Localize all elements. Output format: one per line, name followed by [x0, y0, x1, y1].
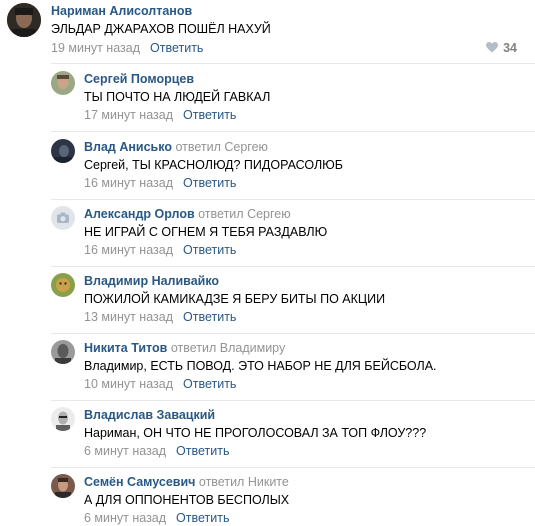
comment-author[interactable]: Сергей Поморцев: [84, 72, 194, 86]
comment-author[interactable]: Владимир Наливайко: [84, 274, 219, 288]
comment-author[interactable]: Влад Анисько: [84, 140, 172, 154]
reply-button[interactable]: Ответить: [176, 511, 229, 525]
divider: [51, 266, 535, 267]
comment-text: Владимир, ЕСТЬ ПОВОД. ЭТО НАБОР НЕ ДЛЯ Б…: [84, 359, 437, 373]
replied-to-link[interactable]: Никите: [248, 475, 289, 489]
comment-text: ТЫ ПОЧТО НА ЛЮДЕЙ ГАВКАЛ: [84, 90, 271, 104]
comment-time[interactable]: 13 минут назад: [84, 310, 173, 324]
face-photo-icon: [51, 71, 75, 95]
divider: [51, 199, 535, 200]
reply-button[interactable]: Ответить: [183, 176, 236, 190]
reply-comment: Влад Анисько ответил Сергею Сергей, ТЫ К…: [0, 135, 535, 201]
reply-button[interactable]: Ответить: [150, 41, 203, 55]
face-photo-icon: [51, 273, 75, 297]
reply-comment: Никита Титов ответил Владимиру Владимир,…: [0, 336, 535, 402]
comment-time[interactable]: 6 минут назад: [84, 511, 166, 525]
avatar[interactable]: [51, 474, 75, 498]
reply-button[interactable]: Ответить: [176, 444, 229, 458]
reply-comment: Семён Самусевич ответил Никите А ДЛЯ ОПП…: [0, 470, 535, 525]
replied-label: ответил: [198, 207, 244, 221]
comment-text: ЭЛЬДАР ДЖАРАХОВ ПОШЁЛ НАХУЙ: [51, 22, 271, 36]
comment-top: Нариман Алисолтанов ЭЛЬДАР ДЖАРАХОВ ПОШЁ…: [0, 0, 535, 64]
camera-placeholder-icon: [51, 206, 75, 230]
divider: [51, 131, 535, 132]
comment-text: А ДЛЯ ОППОНЕНТОВ БЕСПОЛЫХ: [84, 493, 290, 507]
reply-comment: Сергей Поморцев ТЫ ПОЧТО НА ЛЮДЕЙ ГАВКАЛ…: [0, 67, 535, 133]
replied-to-link[interactable]: Сергею: [247, 207, 291, 221]
replied-label: ответил: [170, 341, 217, 355]
reply-button[interactable]: Ответить: [183, 243, 236, 257]
like-button[interactable]: 34: [486, 40, 517, 57]
face-photo-icon: [51, 407, 75, 431]
reply-button[interactable]: Ответить: [183, 310, 236, 324]
face-photo-icon: [51, 474, 75, 498]
reply-button[interactable]: Ответить: [183, 377, 236, 391]
like-count: 34: [503, 41, 517, 55]
avatar[interactable]: [51, 139, 75, 163]
face-photo-icon: [51, 340, 75, 364]
comment-time[interactable]: 10 минут назад: [84, 377, 173, 391]
comment-author[interactable]: Никита Титов: [84, 341, 167, 355]
comment-time[interactable]: 19 минут назад: [51, 41, 140, 55]
comment-time[interactable]: 17 минут назад: [84, 108, 173, 122]
replied-label: ответил: [198, 475, 245, 489]
divider: [51, 400, 535, 401]
replied-to-link[interactable]: Владимиру: [220, 341, 286, 355]
avatar[interactable]: [51, 206, 75, 230]
reply-button[interactable]: Ответить: [183, 108, 236, 122]
avatar[interactable]: [51, 273, 75, 297]
comment-time[interactable]: 16 минут назад: [84, 176, 173, 190]
divider: [51, 467, 535, 468]
comment-text: ПОЖИЛОЙ КАМИКАДЗЕ Я БЕРУ БИТЫ ПО АКЦИИ: [84, 292, 386, 306]
replied-to-link[interactable]: Сергею: [224, 140, 268, 154]
reply-comment: Владислав Завацкий Нариман, ОН ЧТО НЕ ПР…: [0, 403, 535, 469]
avatar[interactable]: [51, 407, 75, 431]
avatar[interactable]: [51, 340, 75, 364]
heart-icon: [486, 41, 499, 57]
comment-author[interactable]: Александр Орлов: [84, 207, 195, 221]
comment-time[interactable]: 16 минут назад: [84, 243, 173, 257]
replied-label: ответил: [175, 140, 221, 154]
avatar[interactable]: [7, 3, 41, 37]
reply-comment: Владимир Наливайко ПОЖИЛОЙ КАМИКАДЗЕ Я Б…: [0, 269, 535, 335]
face-photo-icon: [7, 3, 41, 37]
comment-time[interactable]: 6 минут назад: [84, 444, 166, 458]
face-photo-icon: [51, 139, 75, 163]
divider: [51, 63, 535, 64]
divider: [51, 333, 535, 334]
comment-text: НЕ ИГРАЙ С ОГНЕМ Я ТЕБЯ РАЗДАВЛЮ: [84, 225, 328, 239]
comment-text: Нариман, ОН ЧТО НЕ ПРОГОЛОСОВАЛ ЗА ТОП Ф…: [84, 426, 427, 440]
reply-comment: Александр Орлов ответил Сергею НЕ ИГРАЙ …: [0, 202, 535, 268]
avatar[interactable]: [51, 71, 75, 95]
comment-text: Сергей, ТЫ КРАСНОЛЮД? ПИДОРАСОЛЮБ: [84, 158, 344, 172]
comment-author[interactable]: Владислав Завацкий: [84, 408, 215, 422]
comment-author[interactable]: Семён Самусевич: [84, 475, 195, 489]
comment-author[interactable]: Нариман Алисолтанов: [51, 4, 192, 18]
